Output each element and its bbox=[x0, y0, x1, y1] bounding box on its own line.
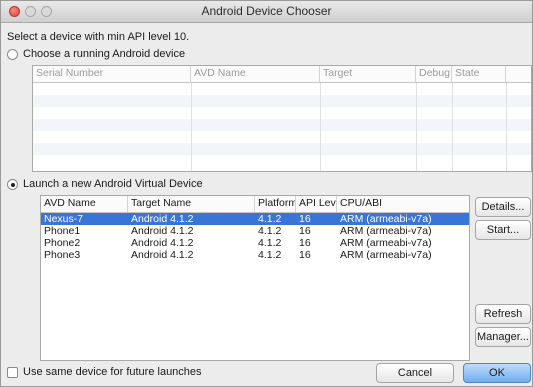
same-device-label: Use same device for future launches bbox=[23, 366, 202, 378]
column-api-level[interactable]: API Leve bbox=[296, 196, 337, 212]
platform-cell: 4.1.2 bbox=[258, 249, 282, 261]
target-name-cell: Android 4.1.2 bbox=[131, 237, 194, 249]
avd-name-cell: Phone1 bbox=[44, 225, 81, 237]
target-name-cell: Android 4.1.2 bbox=[131, 225, 194, 237]
platform-cell: 4.1.2 bbox=[258, 237, 282, 249]
avd-name-cell: Phone3 bbox=[44, 249, 81, 261]
device-chooser-window: Android Device Chooser Select a device w… bbox=[0, 0, 533, 387]
launch-avd-label: Launch a new Android Virtual Device bbox=[23, 178, 203, 190]
table-row[interactable]: Nexus-7 Android 4.1.2 4.1.2 16 ARM (arme… bbox=[41, 213, 469, 225]
avd-name-cell: Nexus-7 bbox=[44, 213, 84, 225]
running-devices-body bbox=[33, 83, 531, 171]
target-name-cell: Android 4.1.2 bbox=[131, 249, 194, 261]
api-level-cell: 16 bbox=[299, 225, 311, 237]
column-cpu-abi[interactable]: CPU/ABI bbox=[337, 196, 469, 212]
column-target[interactable]: Target bbox=[320, 66, 416, 82]
same-device-option[interactable]: Use same device for future launches bbox=[7, 366, 202, 378]
empty-row bbox=[33, 83, 531, 95]
column-divider bbox=[416, 83, 417, 171]
avd-table-header: AVD Name Target Name Platform API Leve C… bbox=[41, 196, 469, 213]
refresh-button[interactable]: Refresh bbox=[475, 304, 531, 324]
api-level-cell: 16 bbox=[299, 249, 311, 261]
column-avd-name[interactable]: AVD Name bbox=[191, 66, 320, 82]
window-title: Android Device Chooser bbox=[201, 4, 332, 18]
instruction-text: Select a device with min API level 10. bbox=[7, 31, 190, 43]
details-button[interactable]: Details... bbox=[475, 197, 531, 217]
column-divider bbox=[191, 83, 192, 171]
empty-row bbox=[33, 155, 531, 167]
same-device-checkbox[interactable] bbox=[7, 366, 18, 378]
column-platform[interactable]: Platform bbox=[255, 196, 296, 212]
launch-avd-radio[interactable] bbox=[7, 178, 18, 190]
manager-button[interactable]: Manager... bbox=[475, 327, 531, 347]
empty-row bbox=[33, 143, 531, 155]
column-avd-name[interactable]: AVD Name bbox=[41, 196, 128, 212]
cancel-button[interactable]: Cancel bbox=[376, 363, 454, 383]
avd-name-cell: Phone2 bbox=[44, 237, 81, 249]
avd-table[interactable]: AVD Name Target Name Platform API Leve C… bbox=[40, 195, 470, 361]
cpu-abi-cell: ARM (armeabi-v7a) bbox=[340, 213, 432, 225]
column-filler bbox=[506, 66, 531, 82]
column-divider bbox=[506, 83, 507, 171]
cpu-abi-cell: ARM (armeabi-v7a) bbox=[340, 225, 432, 237]
column-divider bbox=[320, 83, 321, 171]
ok-button[interactable]: OK bbox=[463, 363, 531, 383]
column-state[interactable]: State bbox=[452, 66, 506, 82]
start-button[interactable]: Start... bbox=[475, 220, 531, 240]
platform-cell: 4.1.2 bbox=[258, 225, 282, 237]
running-devices-table[interactable]: Serial Number AVD Name Target Debug Stat… bbox=[32, 65, 532, 172]
cpu-abi-cell: ARM (armeabi-v7a) bbox=[340, 237, 432, 249]
empty-row bbox=[33, 131, 531, 143]
column-divider bbox=[452, 83, 453, 171]
running-device-option[interactable]: Choose a running Android device bbox=[7, 48, 185, 60]
running-device-label: Choose a running Android device bbox=[23, 48, 186, 60]
target-name-cell: Android 4.1.2 bbox=[131, 213, 194, 225]
platform-cell: 4.1.2 bbox=[258, 213, 282, 225]
title-bar: Android Device Chooser bbox=[1, 1, 532, 23]
api-level-cell: 16 bbox=[299, 237, 311, 249]
empty-row bbox=[33, 95, 531, 107]
running-devices-header: Serial Number AVD Name Target Debug Stat… bbox=[33, 66, 531, 83]
api-level-cell: 16 bbox=[299, 213, 311, 225]
column-target-name[interactable]: Target Name bbox=[128, 196, 255, 212]
launch-avd-option[interactable]: Launch a new Android Virtual Device bbox=[7, 178, 203, 190]
table-row[interactable]: Phone3 Android 4.1.2 4.1.2 16 ARM (armea… bbox=[41, 249, 469, 261]
empty-row bbox=[33, 107, 531, 119]
table-row[interactable]: Phone1 Android 4.1.2 4.1.2 16 ARM (armea… bbox=[41, 225, 469, 237]
empty-row bbox=[33, 119, 531, 131]
table-row[interactable]: Phone2 Android 4.1.2 4.1.2 16 ARM (armea… bbox=[41, 237, 469, 249]
column-debug[interactable]: Debug bbox=[416, 66, 452, 82]
column-serial-number[interactable]: Serial Number bbox=[33, 66, 191, 82]
running-device-radio[interactable] bbox=[7, 48, 18, 60]
cpu-abi-cell: ARM (armeabi-v7a) bbox=[340, 249, 432, 261]
